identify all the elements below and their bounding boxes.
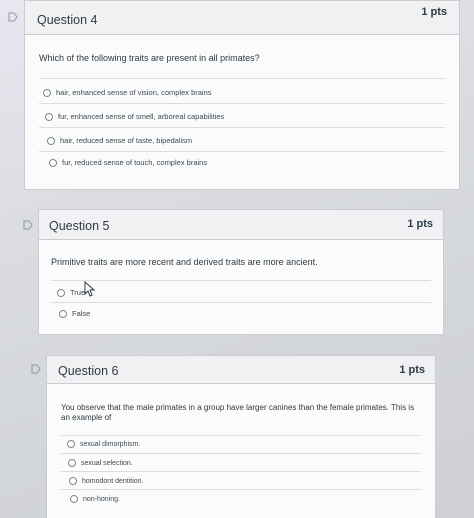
question-6-text-line-2: an example of [61, 413, 112, 422]
option-label: fur, reduced sense of touch, complex bra… [62, 158, 208, 167]
question-5-option-true[interactable]: True [57, 288, 85, 297]
radio-button[interactable] [43, 88, 51, 97]
flag-question-icon[interactable] [8, 12, 18, 22]
divider [39, 78, 445, 79]
question-4-header: Question 4 1 pts [25, 1, 459, 35]
divider [61, 435, 421, 436]
question-6-option-4[interactable]: non-honing. [70, 495, 120, 503]
divider [39, 103, 445, 104]
question-6-card: Question 6 1 pts You observe that the ma… [46, 355, 436, 518]
radio-button[interactable] [49, 158, 57, 167]
option-label: hair, enhanced sense of vision, complex … [56, 88, 212, 97]
question-6-option-3[interactable]: homodont dentition. [69, 477, 144, 485]
option-label: False [72, 309, 91, 318]
flag-question-icon[interactable] [23, 220, 33, 230]
option-label: homodont dentition. [82, 477, 144, 485]
mouse-cursor-icon [84, 281, 96, 297]
question-5-card: Question 5 1 pts Primitive traits are mo… [38, 209, 444, 335]
divider [51, 302, 431, 303]
option-label: hair, reduced sense of taste, bipedalism [60, 136, 193, 145]
divider [61, 471, 421, 472]
option-label: sexual selection. [81, 459, 133, 467]
divider [39, 151, 445, 152]
radio-button[interactable] [57, 288, 65, 297]
divider [61, 489, 421, 490]
divider [39, 127, 445, 128]
question-6-option-2[interactable]: sexual selection. [68, 459, 133, 467]
radio-button[interactable] [59, 309, 67, 318]
question-5-points: 1 pts [407, 218, 433, 230]
question-6-text-line-1: You observe that the male primates in a … [61, 403, 415, 412]
question-4-option-1[interactable]: hair, enhanced sense of vision, complex … [43, 88, 212, 97]
divider [51, 280, 431, 281]
question-4-points: 1 pts [421, 6, 447, 18]
radio-button[interactable] [68, 459, 76, 467]
option-label: non-honing. [83, 495, 120, 503]
question-4-card: Question 4 1 pts Which of the following … [24, 0, 460, 190]
radio-button[interactable] [70, 495, 78, 503]
question-4-option-4[interactable]: fur, reduced sense of touch, complex bra… [49, 158, 207, 167]
radio-button[interactable] [69, 477, 77, 485]
question-5-title: Question 5 [49, 219, 110, 233]
question-4-option-3[interactable]: hair, reduced sense of taste, bipedalism [47, 136, 192, 145]
question-6-header: Question 6 1 pts [47, 356, 435, 384]
option-label: True [70, 288, 86, 297]
question-6-option-1[interactable]: sexual dimorphism. [67, 440, 140, 448]
question-5-header: Question 5 1 pts [39, 210, 443, 240]
question-5-text: Primitive traits are more recent and der… [51, 257, 318, 267]
question-4-title: Question 4 [37, 13, 98, 27]
question-4-text: Which of the following traits are presen… [39, 53, 260, 63]
radio-button[interactable] [67, 440, 75, 448]
radio-button[interactable] [47, 136, 55, 145]
option-label: fur, enhanced sense of smell, arboreal c… [58, 112, 225, 121]
question-5-option-false[interactable]: False [59, 309, 90, 318]
question-4-option-2[interactable]: fur, enhanced sense of smell, arboreal c… [45, 112, 224, 121]
divider [61, 453, 421, 454]
question-6-title: Question 6 [58, 364, 119, 378]
option-label: sexual dimorphism. [80, 440, 141, 448]
question-6-points: 1 pts [399, 364, 425, 376]
radio-button[interactable] [45, 112, 53, 121]
flag-question-icon[interactable] [31, 364, 41, 374]
